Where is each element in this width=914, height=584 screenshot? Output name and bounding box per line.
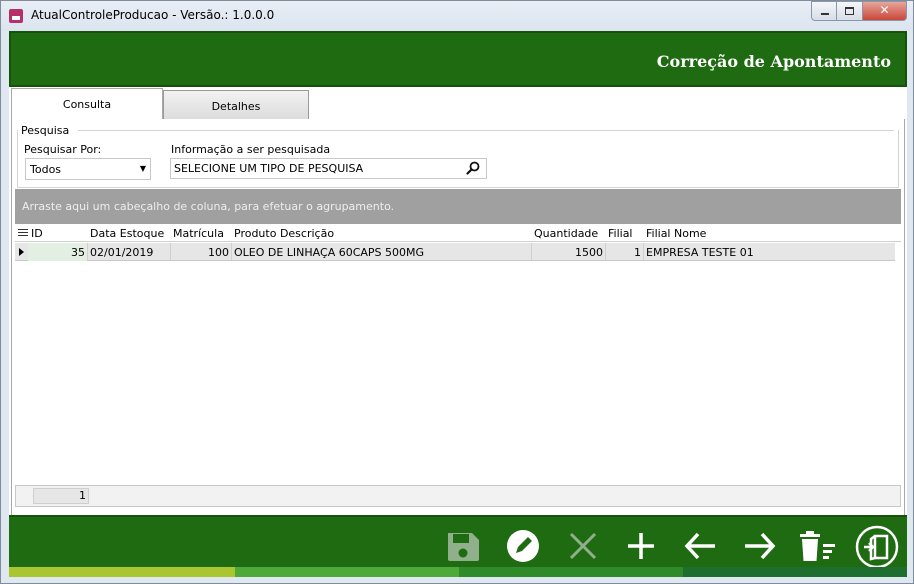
cancel-icon xyxy=(569,532,597,560)
table-row[interactable]: 35 02/01/2019 100 OLEO DE LINHAÇA 60CAPS… xyxy=(15,243,895,261)
column-header-produto-descricao[interactable]: Produto Descrição xyxy=(234,227,334,240)
search-group-label: Pesquisa xyxy=(21,124,70,137)
minimize-icon xyxy=(821,13,829,15)
save-icon xyxy=(448,533,479,561)
stripe-segment xyxy=(9,567,235,577)
next-icon xyxy=(745,532,776,560)
cancel-button[interactable] xyxy=(563,526,603,566)
search-info-label: Informação a ser pesquisada xyxy=(171,143,331,156)
consulta-panel: Pesquisa Pesquisar Por: Todos ▼ Informaç… xyxy=(11,119,905,515)
tab-strip: Consulta Detalhes xyxy=(9,88,907,120)
record-count: 1 xyxy=(33,488,89,504)
bottom-color-stripe xyxy=(9,567,907,577)
previous-button[interactable] xyxy=(681,526,721,566)
maximize-icon xyxy=(845,7,854,15)
cell-quantidade[interactable]: 1500 xyxy=(532,243,606,261)
tab-consulta[interactable]: Consulta xyxy=(11,88,163,120)
close-button[interactable]: ✕ xyxy=(863,1,907,21)
row-indicator-icon xyxy=(19,248,24,256)
stripe-segment xyxy=(235,567,459,577)
cell-filial[interactable]: 1 xyxy=(606,243,644,261)
exit-icon xyxy=(855,525,899,569)
delete-icon xyxy=(800,531,835,561)
tab-detalhes[interactable]: Detalhes xyxy=(163,90,309,120)
group-divider xyxy=(78,130,894,131)
add-button[interactable] xyxy=(621,526,661,566)
page-title: Correção de Apontamento xyxy=(656,52,891,71)
previous-icon xyxy=(684,532,715,560)
cell-data-estoque[interactable]: 02/01/2019 xyxy=(88,243,171,261)
next-button[interactable] xyxy=(739,526,779,566)
column-header-matricula[interactable]: Matrícula xyxy=(173,227,224,240)
maximize-button[interactable] xyxy=(837,1,863,21)
search-by-select[interactable]: Todos ▼ xyxy=(25,158,151,180)
add-icon xyxy=(628,533,654,559)
close-icon: ✕ xyxy=(879,3,890,17)
title-bar[interactable]: AtualControleProducao - Versão.: 1.0.0.0… xyxy=(1,1,913,31)
cell-matricula[interactable]: 100 xyxy=(171,243,232,261)
stripe-segment xyxy=(683,567,907,577)
column-header-filial-nome[interactable]: Filial Nome xyxy=(646,227,706,240)
cell-id[interactable]: 35 xyxy=(28,243,88,261)
cell-produto-descricao[interactable]: OLEO DE LINHAÇA 60CAPS 500MG xyxy=(232,243,532,261)
delete-button[interactable] xyxy=(797,526,837,566)
stripe-segment xyxy=(459,567,683,577)
search-icon[interactable] xyxy=(466,161,480,175)
search-by-value: Todos xyxy=(30,163,62,176)
window-title: AtualControleProducao - Versão.: 1.0.0.0 xyxy=(31,8,275,22)
app-icon xyxy=(9,9,23,23)
cell-filial-nome[interactable]: EMPRESA TESTE 01 xyxy=(644,243,895,261)
page-header: Correção de Apontamento xyxy=(9,31,907,87)
edit-button[interactable] xyxy=(503,526,543,566)
search-input[interactable]: SELECIONE UM TIPO DE PESQUISA xyxy=(170,158,487,179)
group-by-area[interactable]: Arraste aqui um cabeçalho de coluna, par… xyxy=(15,189,901,224)
column-header-quantidade[interactable]: Quantidade xyxy=(534,227,598,240)
search-input-value: SELECIONE UM TIPO DE PESQUISA xyxy=(174,162,364,175)
column-header-id[interactable]: ID xyxy=(31,227,43,240)
column-header-filial[interactable]: Filial xyxy=(608,227,633,240)
grid-footer: 1 xyxy=(15,485,901,507)
column-chooser-icon[interactable] xyxy=(18,229,28,238)
grid-header: ID Data Estoque Matrícula Produto Descri… xyxy=(15,224,901,242)
save-button[interactable] xyxy=(443,526,483,566)
client-area: Correção de Apontamento Consulta Detalhe… xyxy=(9,31,907,577)
chevron-down-icon: ▼ xyxy=(139,164,146,173)
search-by-label: Pesquisar Por: xyxy=(24,143,102,156)
window-controls: ✕ xyxy=(811,1,907,21)
exit-button[interactable] xyxy=(855,525,899,569)
group-by-hint: Arraste aqui um cabeçalho de coluna, par… xyxy=(22,200,395,213)
column-header-data-estoque[interactable]: Data Estoque xyxy=(90,227,164,240)
app-window: AtualControleProducao - Versão.: 1.0.0.0… xyxy=(0,0,914,584)
minimize-button[interactable] xyxy=(811,1,837,21)
edit-icon xyxy=(507,530,539,562)
